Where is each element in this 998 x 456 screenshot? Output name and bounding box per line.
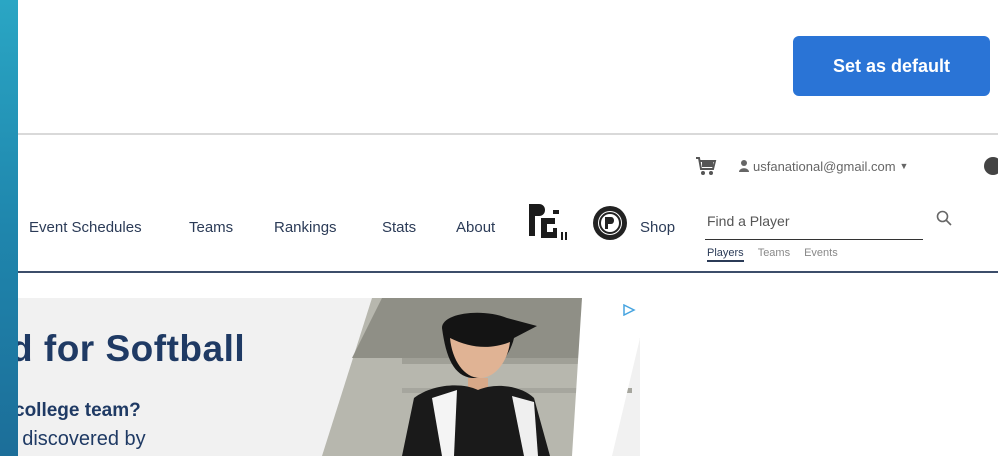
user-email-menu[interactable]: usfanational@gmail.com bbox=[753, 159, 896, 174]
header-divider bbox=[18, 271, 998, 273]
search-tab-players[interactable]: Players bbox=[707, 247, 744, 262]
desktop-background bbox=[0, 0, 18, 456]
site-header: usfanational@gmail.com ▼ Event Schedules… bbox=[18, 135, 998, 275]
nav-shop[interactable]: Shop bbox=[640, 219, 675, 236]
advertisement[interactable]: d for Softball college team? r discovere… bbox=[18, 298, 640, 456]
nav-event-schedules[interactable]: Event Schedules bbox=[29, 219, 142, 236]
search-box bbox=[705, 205, 923, 240]
nav-about[interactable]: About bbox=[456, 219, 495, 236]
set-as-default-button[interactable]: Set as default bbox=[793, 36, 990, 96]
search-icon[interactable] bbox=[936, 210, 952, 226]
chevron-down-icon[interactable]: ▼ bbox=[900, 161, 909, 171]
adchoices-icon[interactable] bbox=[622, 304, 636, 316]
ad-subheadline: college team? bbox=[18, 400, 141, 421]
partial-icon[interactable] bbox=[984, 157, 998, 175]
nav-stats[interactable]: Stats bbox=[382, 219, 416, 236]
ad-headline: d for Softball bbox=[18, 328, 246, 369]
pc-logo[interactable] bbox=[592, 205, 628, 241]
player-search-input[interactable] bbox=[705, 209, 909, 233]
search-tab-events[interactable]: Events bbox=[804, 247, 838, 262]
ad-body-text: r discovered by bbox=[18, 428, 146, 450]
nav-rankings[interactable]: Rankings bbox=[274, 219, 337, 236]
nav-teams[interactable]: Teams bbox=[189, 219, 233, 236]
user-icon bbox=[739, 160, 749, 172]
search-tabs: Players Teams Events bbox=[707, 247, 838, 262]
utility-bar: usfanational@gmail.com ▼ bbox=[695, 155, 908, 177]
browser-frame: Set as default usfanational@gmail.com ▼ … bbox=[18, 0, 998, 456]
cart-icon[interactable] bbox=[695, 156, 717, 176]
softball-player-photo bbox=[322, 298, 640, 456]
default-browser-banner: Set as default bbox=[18, 0, 998, 135]
pgtv-logo[interactable] bbox=[527, 200, 569, 246]
search-tab-teams[interactable]: Teams bbox=[758, 247, 790, 262]
